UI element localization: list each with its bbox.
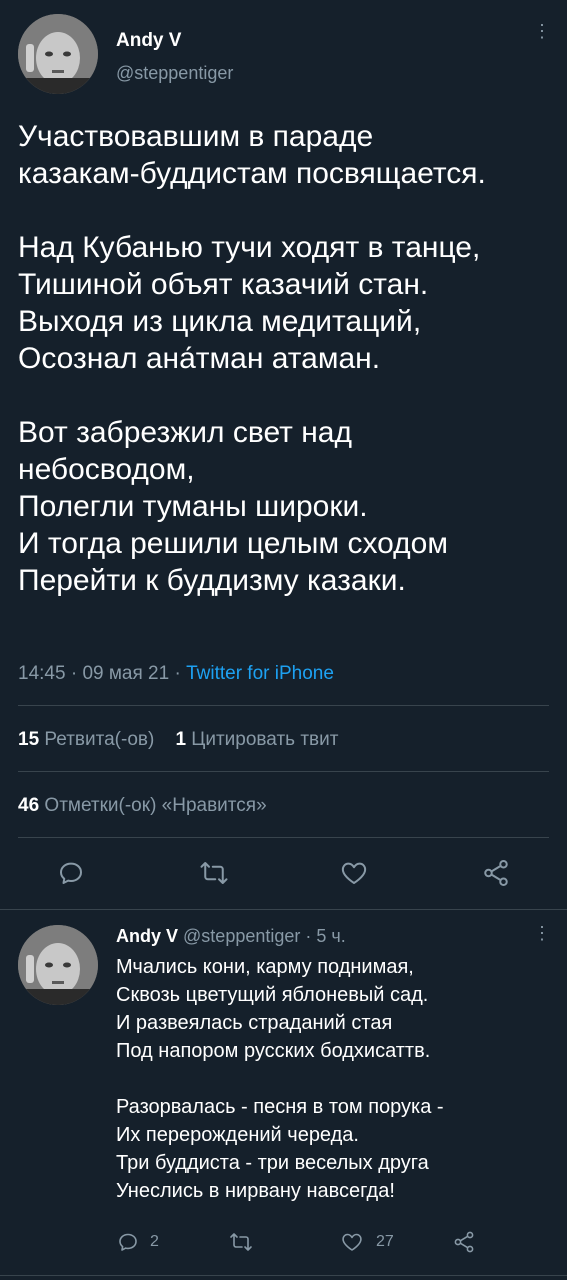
retweet-icon [200,862,228,884]
likes-label: Отметки(-ок) «Нравится» [44,795,267,816]
like-button[interactable] [339,858,369,888]
quotes-label: Цитировать твит [191,729,339,750]
reply-text: Мчались кони, карму поднимая, Сквозь цве… [116,956,444,1202]
reply-reply-button[interactable]: 2 [116,1230,159,1254]
reply-button[interactable] [56,858,86,888]
divider [18,837,549,838]
reply-like-button[interactable]: 27 [340,1230,394,1254]
like-count: 27 [376,1233,394,1250]
tweet-meta: 14:45 · 09 мая 21 · Twitter for iPhone [18,663,334,685]
avatar-image [18,925,98,1005]
reply-count: 2 [150,1233,159,1250]
reply-header: Andy V @steppentiger · 5 ч. [116,926,346,947]
reply-author-avatar[interactable] [18,925,98,1005]
reply-age: · 5 ч. [305,926,346,946]
retweets-count: 15 [18,729,40,750]
more-options-icon[interactable]: ⋮ [533,22,551,40]
share-icon [484,860,508,886]
author-handle[interactable]: @steppentiger [116,63,233,84]
divider [18,705,549,706]
reply-icon [119,1233,137,1251]
share-icon [454,1231,474,1253]
tweet-time: 14:45 [18,663,66,684]
author-avatar[interactable] [18,14,98,94]
share-button[interactable] [481,858,511,888]
bottom-divider [0,1275,567,1276]
author-name[interactable]: Andy V [116,30,181,52]
retweet-icon [230,1233,252,1251]
retweet-stats[interactable]: 15 Ретвита(-ов) 1 Цитировать твит [18,729,338,751]
quotes-count: 1 [175,729,187,750]
like-icon [342,1233,362,1251]
likes-count: 46 [18,795,40,816]
avatar-image [18,14,98,94]
tweet-text: Участвовавшим в параде казакам-буддистам… [18,120,486,597]
retweets-label: Ретвита(-ов) [44,729,155,750]
reply-share-button[interactable] [452,1230,476,1254]
reply-icon [60,862,82,884]
reply-retweet-button[interactable] [229,1230,253,1254]
meta-separator: · [174,663,181,684]
like-icon [341,862,367,884]
reply-more-options-icon[interactable]: ⋮ [533,924,551,942]
section-divider [0,909,567,910]
divider [18,771,549,772]
retweet-button[interactable] [199,858,229,888]
reply-author-handle[interactable]: @steppentiger [183,926,300,946]
reply-author-name[interactable]: Andy V [116,926,178,946]
tweet-date: 09 мая 21 [82,663,170,684]
meta-separator: · [70,663,78,684]
likes-stats[interactable]: 46 Отметки(-ок) «Нравится» [18,795,267,817]
tweet-source-link[interactable]: Twitter for iPhone [186,663,334,684]
